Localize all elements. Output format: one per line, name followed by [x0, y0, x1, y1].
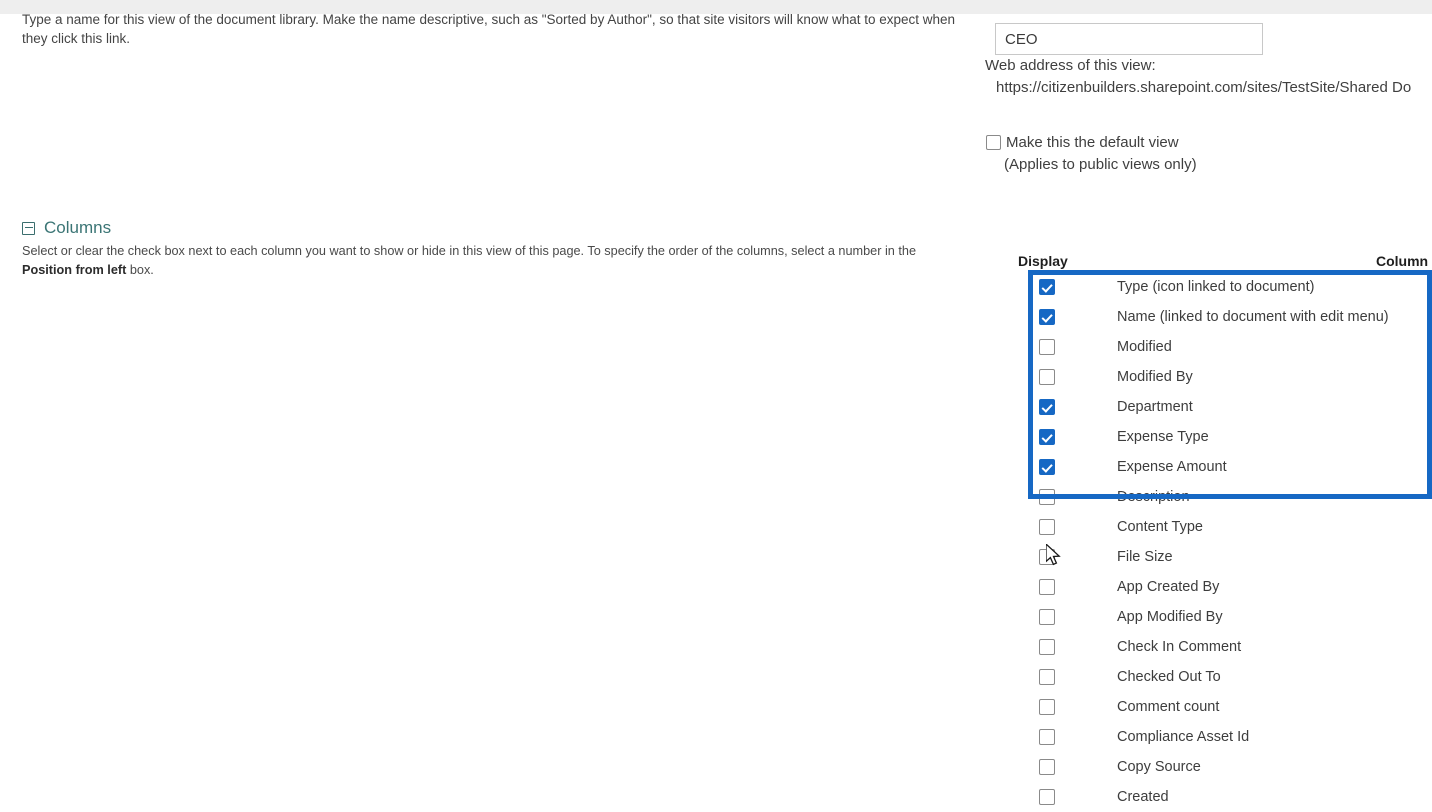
column-checkbox[interactable] [1039, 549, 1055, 565]
column-row[interactable]: Checked Out To [1026, 662, 1432, 692]
column-name-header: Column [1376, 253, 1429, 269]
column-row[interactable]: Comment count [1026, 692, 1432, 722]
column-checkbox[interactable] [1039, 639, 1055, 655]
column-label: Checked Out To [1117, 669, 1221, 685]
column-checkbox[interactable] [1039, 399, 1055, 415]
column-row[interactable]: File Size [1026, 542, 1432, 572]
columns-description-part2: box. [126, 263, 154, 277]
column-label: App Created By [1117, 579, 1220, 595]
display-column-header: Display [1018, 253, 1068, 269]
column-label: File Size [1117, 549, 1173, 565]
column-label: Type (icon linked to document) [1117, 279, 1315, 295]
column-row[interactable]: Name (linked to document with edit menu) [1026, 302, 1432, 332]
column-checkbox[interactable] [1039, 579, 1055, 595]
column-label: Expense Amount [1117, 459, 1227, 475]
column-label: Department [1117, 399, 1193, 415]
column-row[interactable]: Content Type [1026, 512, 1432, 542]
position-from-left-bold: Position from left [22, 263, 127, 277]
column-checkbox[interactable] [1039, 669, 1055, 685]
column-checkbox[interactable] [1039, 309, 1055, 325]
column-label: Expense Type [1117, 429, 1209, 445]
collapse-minus-icon[interactable] [22, 221, 35, 235]
columns-section-title: Columns [44, 218, 112, 237]
column-checkbox[interactable] [1039, 609, 1055, 625]
column-label: Modified [1117, 339, 1172, 355]
column-row[interactable]: Expense Amount [1026, 452, 1432, 482]
column-checkbox[interactable] [1039, 789, 1055, 805]
column-label: Comment count [1117, 699, 1220, 715]
column-checkbox[interactable] [1039, 729, 1055, 745]
column-checkbox[interactable] [1039, 519, 1055, 535]
make-default-view-checkbox[interactable] [986, 135, 1001, 150]
view-settings-page: Type a name for this view of the documen… [0, 12, 1432, 805]
column-row[interactable]: Compliance Asset Id [1026, 722, 1432, 752]
column-label: Copy Source [1117, 759, 1201, 775]
column-row[interactable]: App Created By [1026, 572, 1432, 602]
view-name-intro-text: Type a name for this view of the documen… [22, 12, 956, 46]
column-label: Name (linked to document with edit menu) [1117, 309, 1389, 325]
column-label: Compliance Asset Id [1117, 729, 1250, 745]
column-row[interactable]: Expense Type [1026, 422, 1432, 452]
column-row[interactable]: Modified [1026, 332, 1432, 362]
column-label: Content Type [1117, 519, 1203, 535]
column-checkbox[interactable] [1039, 429, 1055, 445]
column-checkbox[interactable] [1039, 339, 1055, 355]
column-label: App Modified By [1117, 609, 1223, 625]
columns-section-header[interactable]: Columns [22, 218, 111, 238]
column-checkbox[interactable] [1039, 759, 1055, 775]
column-row[interactable]: Type (icon linked to document) [1026, 272, 1432, 302]
column-checkbox[interactable] [1039, 459, 1055, 475]
columns-section-description: Select or clear the check box next to ea… [22, 242, 942, 280]
make-default-view-label: Make this the default view [1006, 134, 1179, 151]
column-row[interactable]: Modified By [1026, 362, 1432, 392]
make-default-view-row[interactable]: Make this the default view [986, 132, 1179, 154]
column-label: Modified By [1117, 369, 1193, 385]
column-row[interactable]: Check In Comment [1026, 632, 1432, 662]
web-address-label: Web address of this view: [985, 57, 1156, 74]
columns-description-part1: Select or clear the check box next to ea… [22, 244, 917, 258]
web-address-url: https://citizenbuilders.sharepoint.com/s… [996, 79, 1412, 96]
column-row[interactable]: Department [1026, 392, 1432, 422]
column-row[interactable]: Created [1026, 782, 1432, 812]
columns-checkbox-list: Type (icon linked to document) Name (link… [1026, 272, 1432, 812]
column-checkbox[interactable] [1039, 279, 1055, 295]
column-checkbox[interactable] [1039, 369, 1055, 385]
column-label: Created [1117, 789, 1169, 805]
column-label: Description [1117, 489, 1190, 505]
column-checkbox[interactable] [1039, 699, 1055, 715]
make-default-view-sublabel: (Applies to public views only) [1004, 156, 1197, 173]
column-row[interactable]: App Modified By [1026, 602, 1432, 632]
view-name-input[interactable] [995, 23, 1263, 55]
column-row[interactable]: Description [1026, 482, 1432, 512]
column-label: Check In Comment [1117, 639, 1242, 655]
column-checkbox[interactable] [1039, 489, 1055, 505]
column-row[interactable]: Copy Source [1026, 752, 1432, 782]
